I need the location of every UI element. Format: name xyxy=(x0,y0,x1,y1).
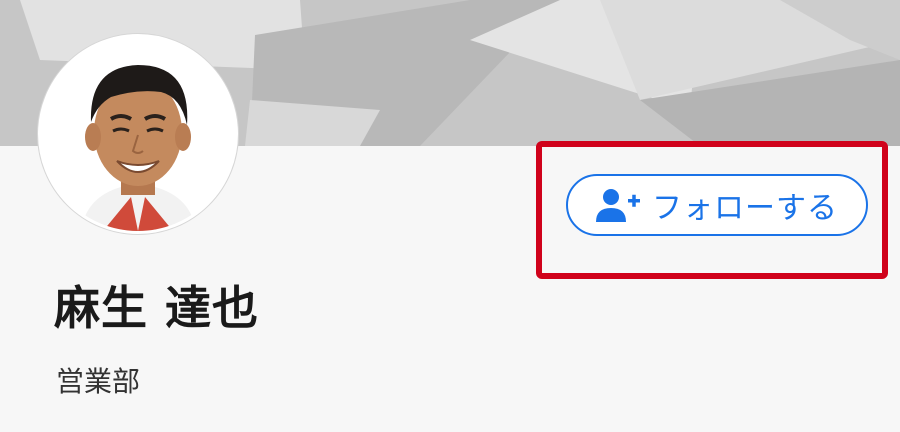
follow-button[interactable]: フォローする xyxy=(566,174,868,236)
follow-button-label: フォローする xyxy=(652,191,838,226)
person-photo-icon xyxy=(41,37,235,231)
add-person-icon xyxy=(596,188,642,222)
profile-name: 麻生 達也 xyxy=(54,281,260,335)
avatar[interactable] xyxy=(38,34,238,234)
profile-department: 営業部 xyxy=(56,365,141,398)
